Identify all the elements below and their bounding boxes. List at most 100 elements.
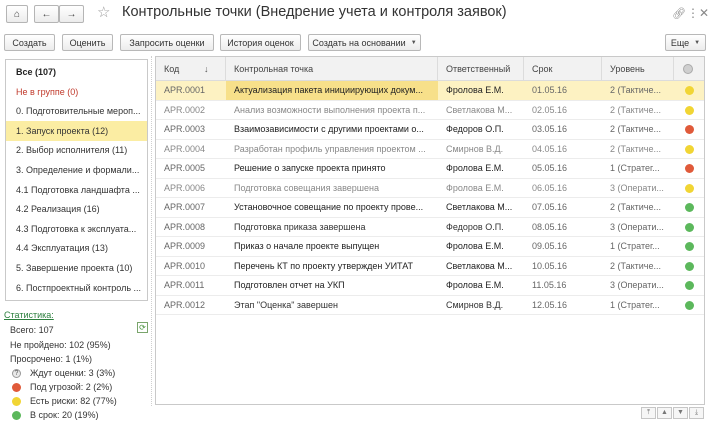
group-list[interactable]: Все (107) Не в группе (0) 0. Подготовитель… <box>5 59 148 301</box>
table-row[interactable]: APR.0003 Взаимозависимости с другими прое… <box>156 120 704 140</box>
column-header-code[interactable]: Код ↓ <box>156 57 226 81</box>
evaluate-button[interactable]: Оценить <box>62 34 113 51</box>
group-item[interactable]: Не в группе (0) <box>6 82 147 102</box>
red-status-icon <box>685 125 694 134</box>
table-row[interactable]: APR.0005 Решение о запуске проекта принят… <box>156 159 704 179</box>
table-row[interactable]: APR.0002 Анализ возможности выполнения пр… <box>156 101 704 120</box>
create-button[interactable]: Создать <box>4 34 55 51</box>
cell-date: 08.05.16 <box>532 221 568 232</box>
table-row[interactable]: APR.0006 Подготовка совещания завершена Фр… <box>156 179 704 198</box>
group-item[interactable]: 4.2 Реализация (16) <box>6 199 147 219</box>
home-icon: ⌂ <box>13 8 21 20</box>
group-item[interactable]: 4.4 Эксплуатация (13) <box>6 238 147 258</box>
back-button[interactable]: ← <box>34 5 59 23</box>
yellow-status-icon <box>685 105 694 115</box>
checkpoints-table[interactable]: Код ↓ Контрольная точка Ответственный Ср… <box>155 56 705 405</box>
group-item[interactable]: 2. Выбор исполнителя (11) <box>6 140 147 160</box>
create-based-on-button[interactable]: Создать на основании ▼ <box>308 34 421 51</box>
create-based-on-label: Создать на основании <box>312 37 406 48</box>
scroll-up-icon[interactable]: ▲ <box>657 407 672 419</box>
table-row[interactable]: APR.0010 Перечень КТ по проекту утвержден… <box>156 257 704 276</box>
cell-owner: Светлакова М... <box>446 202 513 212</box>
group-item[interactable]: 1. Запуск проекта (12) <box>6 120 147 141</box>
cell-date: 04.05.16 <box>532 143 568 154</box>
green-status-icon <box>685 222 694 232</box>
close-icon[interactable]: ✕ <box>699 6 709 20</box>
table-row[interactable]: APR.0012 Этап "Оценка" завершен Смирнов В.… <box>156 296 704 315</box>
group-item[interactable]: 4.3 Подготовка к эксплуата... <box>6 219 147 239</box>
table-row[interactable]: APR.0009 Приказ о начале проекте выпущен Ф… <box>156 237 704 257</box>
home-button[interactable]: ⌂ <box>6 5 28 23</box>
cell-date: 10.05.16 <box>532 260 568 271</box>
cell-level: 2 (Тактиче... <box>610 202 661 212</box>
scroll-bottom-icon[interactable]: ⤓ <box>689 407 704 419</box>
cell-date: 09.05.16 <box>532 241 568 251</box>
table-header: Код ↓ Контрольная точка Ответственный Ср… <box>156 57 704 81</box>
cell-point: Решение о запуске проекта принято <box>234 163 386 173</box>
cell-code: APR.0011 <box>164 280 205 290</box>
stat-threat-text: Под угрозой: 2 (2%) <box>30 382 113 392</box>
cell-code: APR.0010 <box>164 260 206 271</box>
star-icon[interactable]: ☆ <box>97 3 110 23</box>
arrow-right-icon: → <box>66 8 77 20</box>
cell-point: Подготовлен отчет на УКП <box>234 280 345 290</box>
cell-date: 01.05.16 <box>532 85 568 95</box>
more-vertical-icon[interactable]: ⋮ <box>687 6 699 20</box>
link-icon[interactable]: 🔗︎ <box>672 8 686 20</box>
cell-level: 1 (Стратег... <box>610 299 660 310</box>
table-row[interactable]: APR.0001 Актуализация пакета инициирующих… <box>156 81 704 101</box>
yellow-status-icon <box>685 144 694 154</box>
cell-level: 2 (Тактиче... <box>610 124 661 134</box>
cell-code: APR.0003 <box>164 124 206 134</box>
cell-level: 1 (Стратег... <box>610 163 660 173</box>
group-item[interactable]: 6. Постпроектный контроль ... <box>6 278 147 298</box>
chevron-down-icon: ▼ <box>694 39 701 46</box>
request-evaluations-button[interactable]: Запросить оценки <box>120 34 214 51</box>
column-header-point[interactable]: Контрольная точка <box>226 57 438 81</box>
stat-total: Всего: 107 <box>10 324 54 337</box>
table-row[interactable]: APR.0004 Разработан профиль управления пр… <box>156 140 704 159</box>
column-header-status[interactable] <box>674 57 704 81</box>
cell-code: APR.0008 <box>164 221 206 232</box>
stat-waiting-text: Ждут оценки: 3 (3%) <box>30 368 116 378</box>
cell-point: Анализ возможности выполнения проекта п.… <box>234 104 426 115</box>
cell-owner: Федоров О.П. <box>446 221 504 232</box>
stat-waiting: ? Ждут оценки: 3 (3%) <box>12 367 142 380</box>
cell-code: APR.0001 <box>164 85 206 95</box>
table-row[interactable]: APR.0011 Подготовлен отчет на УКП Фролова … <box>156 276 704 296</box>
stat-on-time-text: В срок: 20 (19%) <box>30 410 99 420</box>
green-status-icon <box>685 261 694 271</box>
group-item[interactable]: 0. Подготовительные мероп... <box>6 101 147 121</box>
group-item[interactable]: 5. Завершение проекта (10) <box>6 258 147 278</box>
cell-owner: Смирнов В.Д. <box>446 299 504 310</box>
yellow-status-icon <box>685 86 694 95</box>
cell-code: APR.0005 <box>164 163 206 173</box>
scroll-down-icon[interactable]: ▼ <box>673 407 688 419</box>
cell-code: APR.0004 <box>164 143 206 154</box>
more-button[interactable]: Еще ▼ <box>665 34 706 51</box>
refresh-icon[interactable]: ⟳ <box>137 322 148 333</box>
cell-level: 2 (Тактиче... <box>610 260 661 271</box>
scroll-top-icon[interactable]: ⤒ <box>641 407 656 419</box>
stat-not-passed: Не пройдено: 102 (95%) <box>10 339 111 352</box>
column-header-level[interactable]: Уровень <box>602 57 674 81</box>
evaluation-history-button[interactable]: История оценок <box>220 34 301 51</box>
table-row[interactable]: APR.0007 Установочное совещание по проект… <box>156 198 704 218</box>
stat-overdue-text: Просрочено: 1 (1%) <box>10 354 92 364</box>
question-icon: ? <box>12 369 21 378</box>
group-item[interactable]: 4.1 Подготовка ландшафта ... <box>6 180 147 200</box>
splitter[interactable] <box>151 56 152 406</box>
group-item[interactable]: 3. Определение и формали... <box>6 160 147 180</box>
forward-button[interactable]: → <box>59 5 84 23</box>
column-header-date[interactable]: Срок <box>524 57 602 81</box>
stat-on-time: В срок: 20 (19%) <box>12 409 142 422</box>
statistics-link[interactable]: Статистика: <box>4 310 54 320</box>
cell-point: Актуализация пакета инициирующих докум..… <box>226 81 438 100</box>
sort-down-icon: ↓ <box>204 64 209 74</box>
table-row[interactable]: APR.0008 Подготовка приказа завершена Федо… <box>156 218 704 237</box>
green-status-icon <box>685 203 694 212</box>
group-item[interactable]: Все (107) <box>6 62 147 82</box>
stat-risks-text: Есть риски: 82 (77%) <box>30 396 117 406</box>
column-header-owner[interactable]: Ответственный <box>438 57 524 81</box>
cell-level: 3 (Операти... <box>610 221 664 232</box>
